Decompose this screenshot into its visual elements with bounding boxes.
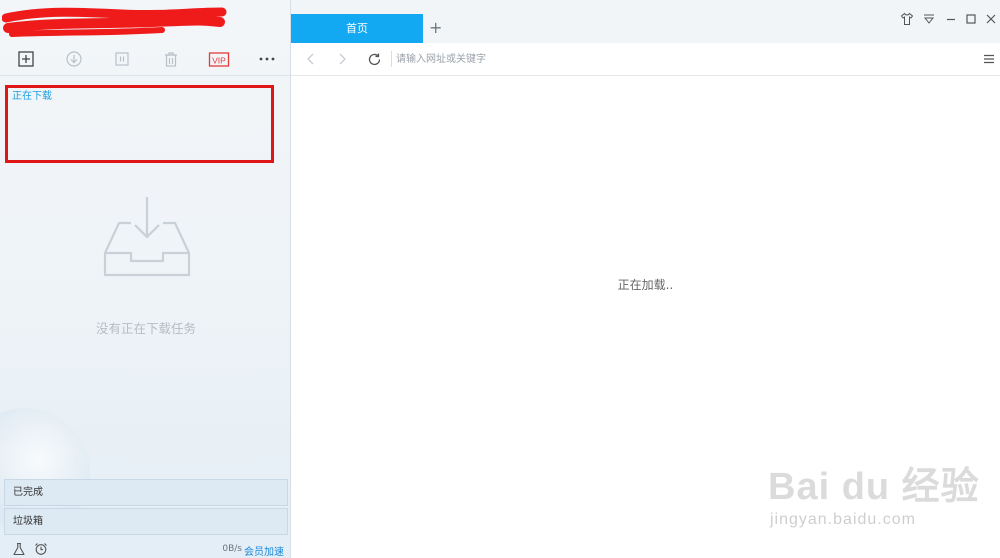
category-completed[interactable]: 已完成 [4, 479, 288, 506]
pause-button[interactable] [109, 47, 135, 71]
highlight-box [5, 85, 274, 163]
delete-button[interactable] [158, 47, 184, 71]
download-toolbar: VIP [0, 43, 290, 76]
pause-icon [115, 52, 129, 66]
dropdown-icon [923, 14, 935, 24]
menu-dropdown-button[interactable] [921, 11, 937, 27]
empty-inbox-icon [103, 197, 191, 277]
alarm-clock-icon[interactable] [34, 542, 48, 556]
forward-button[interactable] [334, 51, 350, 67]
refresh-button[interactable] [366, 51, 382, 67]
tab-strip: 首页 + [291, 0, 1000, 43]
shirt-icon [900, 12, 914, 25]
status-bar: 0B/s 会员加速 [0, 536, 290, 558]
trash-icon [165, 52, 177, 67]
maximize-button[interactable] [963, 11, 979, 27]
address-input[interactable] [391, 51, 956, 67]
refresh-icon [368, 53, 380, 65]
watermark-logo: Bai du 经验 [768, 466, 980, 508]
minimize-icon [947, 18, 955, 21]
minimize-button[interactable] [943, 11, 959, 27]
address-bar [291, 43, 1000, 76]
download-circle-icon [66, 51, 82, 67]
close-button[interactable] [983, 11, 999, 27]
app-window: VIP 正在下载 没有正在下载任务 已完成 垃圾箱 0B/s 会员加速 首页 +… [0, 0, 1000, 558]
chevron-right-icon [339, 53, 346, 65]
close-icon [986, 14, 996, 24]
redacted-scribble [2, 7, 227, 37]
vip-button[interactable]: VIP [206, 47, 232, 71]
maximize-icon [966, 14, 976, 24]
vip-icon: VIP [208, 52, 230, 67]
svg-text:VIP: VIP [212, 56, 226, 66]
more-icon [259, 57, 275, 61]
skin-button[interactable] [899, 11, 915, 27]
back-button[interactable] [303, 51, 319, 67]
download-speed: 0B/s [222, 544, 242, 554]
flask-icon[interactable] [12, 542, 26, 556]
category-trash[interactable]: 垃圾箱 [4, 508, 288, 535]
loading-text: 正在加载.. [617, 278, 674, 292]
chevron-left-icon [307, 53, 314, 65]
new-task-button[interactable] [13, 47, 39, 71]
tab-home[interactable]: 首页 [291, 14, 423, 43]
download-panel: VIP 正在下载 没有正在下载任务 已完成 垃圾箱 0B/s 会员加速 [0, 0, 291, 558]
baidu-watermark: Bai du 经验 jingyan.baidu.com [768, 455, 988, 535]
browser-menu-button[interactable] [981, 51, 997, 67]
new-tab-button[interactable]: + [429, 18, 442, 37]
watermark-url: jingyan.baidu.com [770, 511, 916, 528]
start-button[interactable] [61, 47, 87, 71]
hamburger-menu-icon [984, 54, 994, 64]
plus-square-icon [18, 51, 34, 67]
empty-message: 没有正在下载任务 [95, 321, 196, 336]
vip-acceleration-link[interactable]: 会员加速 [244, 543, 284, 558]
more-button[interactable] [254, 47, 280, 71]
